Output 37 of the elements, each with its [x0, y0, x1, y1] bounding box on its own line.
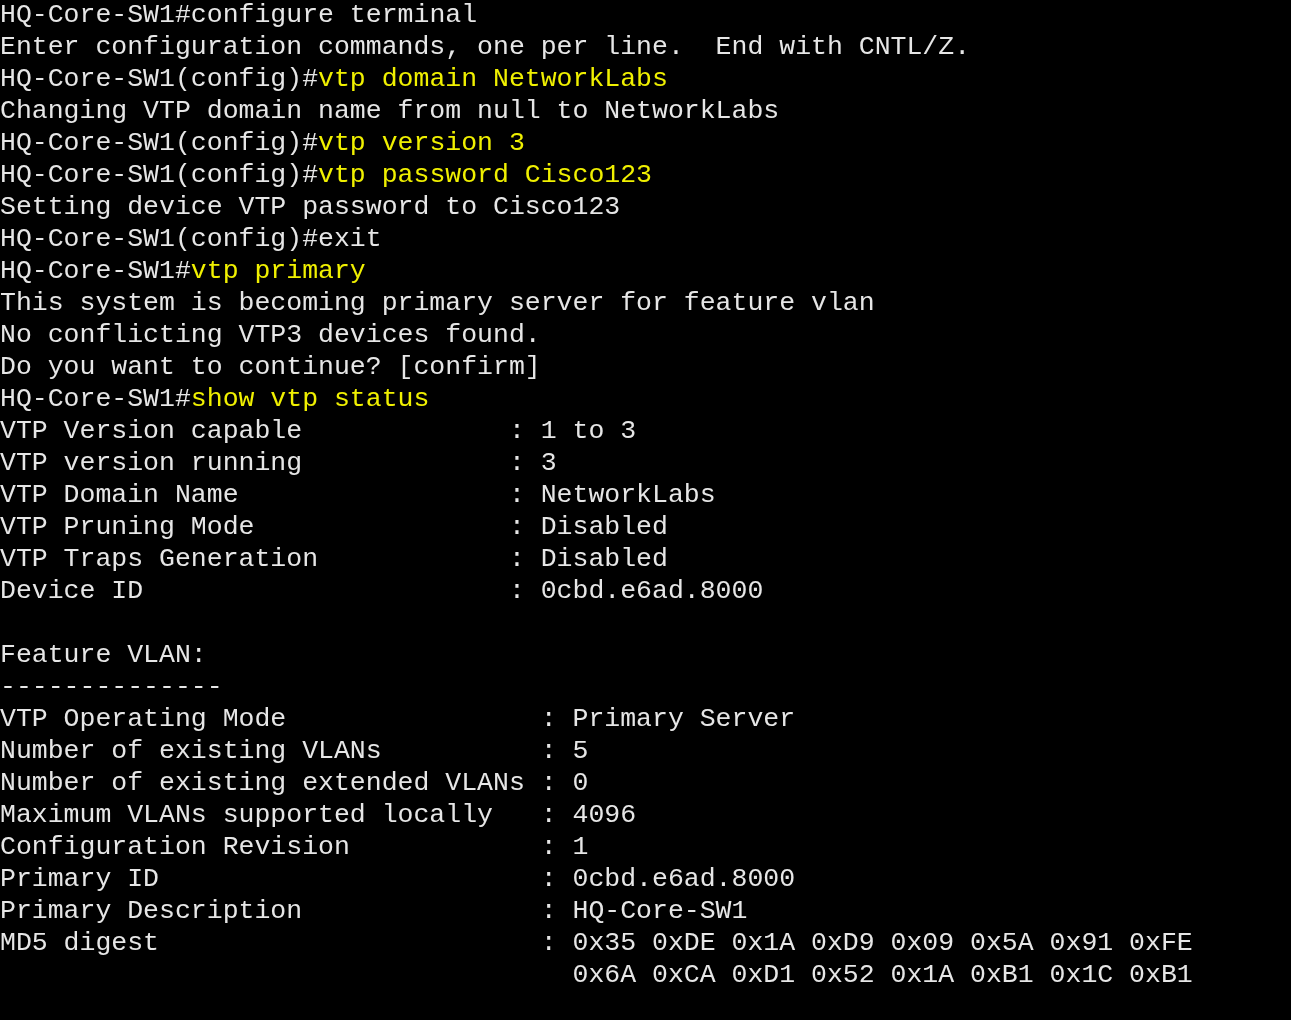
output-text: -------------- [0, 672, 223, 702]
command-text: vtp primary [190, 256, 366, 286]
prompt-text: HQ-Core-SW1(config)# [0, 160, 319, 190]
prompt-text: HQ-Core-SW1(config)# [0, 224, 319, 254]
output-text: 0x6A 0xCA 0xD1 0x52 0x1A 0xB1 0x1C 0xB1 [571, 960, 1193, 990]
command-text: exit [318, 224, 382, 254]
prompt-text: HQ-Core-SW1# [0, 256, 191, 286]
output-text: This system is becoming primary server for feature vlan [0, 288, 875, 318]
output-text: Primary ID : 0cbd.e6ad.8000 [0, 864, 796, 894]
output-text: Do you want to continue? [confirm] [0, 352, 541, 382]
command-text: vtp version 3 [318, 128, 525, 158]
output-text: Enter configuration commands, one per line. End with CNTL/Z. [0, 32, 971, 62]
command-text: vtp domain NetworkLabs [318, 64, 668, 94]
command-text: show vtp status [190, 384, 430, 414]
output-text: Number of existing VLANs : 5 [0, 736, 589, 766]
output-text: VTP Domain Name : NetworkLabs [0, 480, 716, 510]
prompt-text: HQ-Core-SW1# [0, 384, 191, 414]
output-text: VTP Traps Generation : Disabled [0, 544, 668, 574]
output-text: Configuration Revision : 1 [0, 832, 589, 862]
output-text: VTP Operating Mode : Primary Server [0, 704, 796, 734]
output-text: Changing VTP domain name from null to NetworkLabs [0, 96, 780, 126]
output-text: Primary Description : HQ-Core-SW1 [0, 896, 748, 926]
prompt-text: HQ-Core-SW1(config)# [0, 64, 319, 94]
command-text: vtp password Cisco123 [318, 160, 653, 190]
command-text: configure terminal [190, 0, 478, 30]
output-text: VTP Pruning Mode : Disabled [0, 512, 668, 542]
output-text: Setting device VTP password to Cisco123 [0, 192, 621, 222]
output-text: Device ID : 0cbd.e6ad.8000 [0, 576, 764, 606]
output-text: VTP version running : 3 [0, 448, 557, 478]
output-text: VTP Version capable : 1 to 3 [0, 416, 637, 446]
output-text: Maximum VLANs supported locally : 4096 [0, 800, 637, 830]
output-text: No conflicting VTP3 devices found. [0, 320, 541, 350]
output-text: Number of existing extended VLANs : 0 [0, 768, 589, 798]
prompt-text: HQ-Core-SW1(config)# [0, 128, 319, 158]
output-text: Feature VLAN: [0, 640, 207, 670]
prompt-text: HQ-Core-SW1# [0, 0, 191, 30]
output-text: MD5 digest : 0x35 0xDE 0x1A 0xD9 0x09 0x5A 0x91 0xFE [0, 928, 1193, 958]
